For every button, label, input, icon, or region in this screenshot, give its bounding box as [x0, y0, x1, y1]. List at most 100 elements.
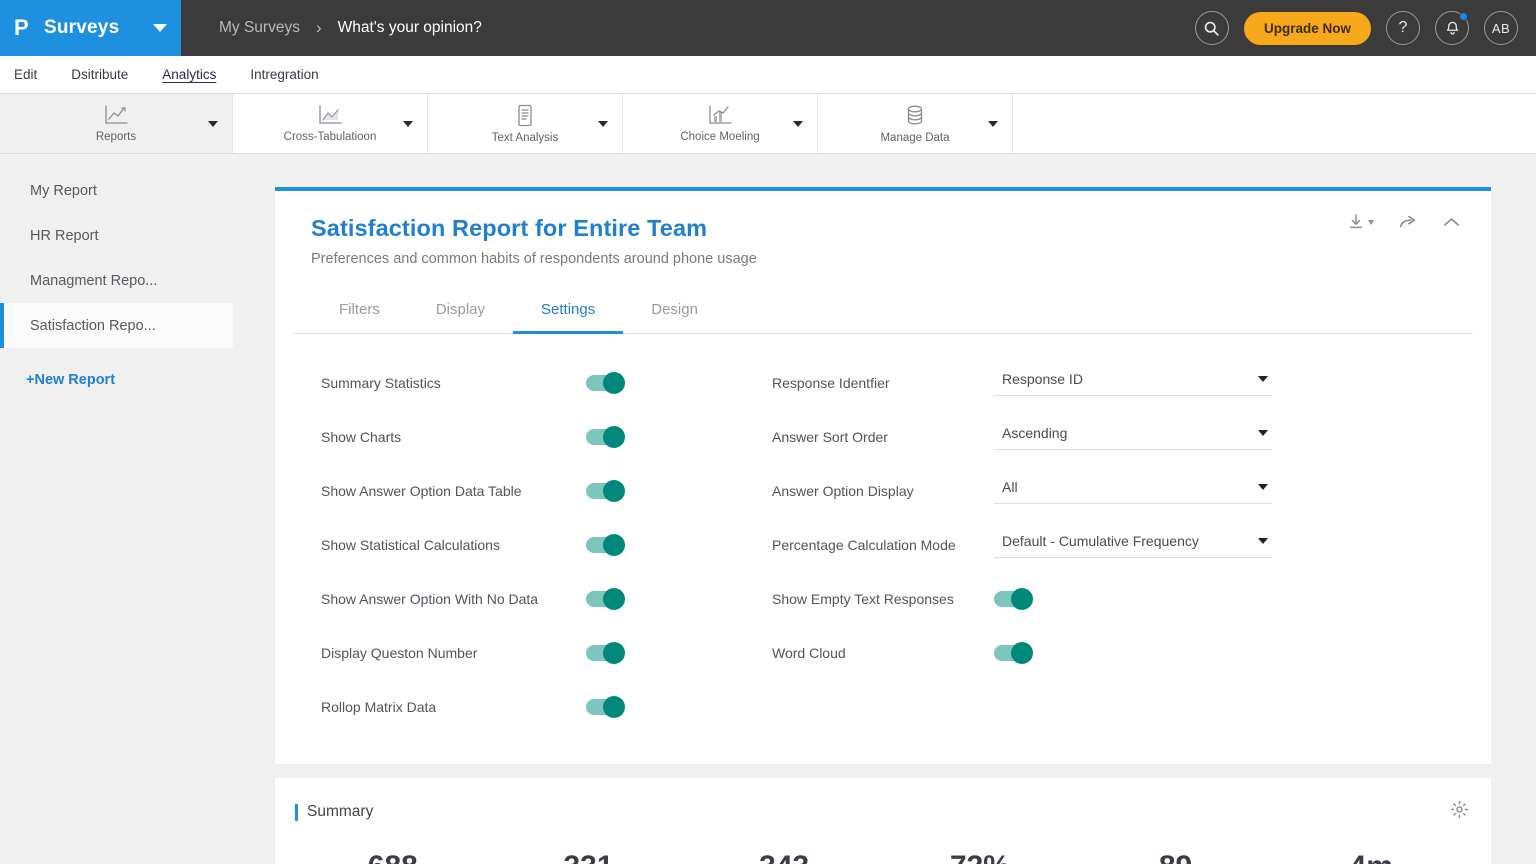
nav-item-analytics[interactable]: Analytics: [159, 65, 219, 84]
nav-item-distribute[interactable]: Dsitribute: [68, 65, 131, 84]
toggle-knob: [603, 480, 625, 502]
brand-dropdown[interactable]: P Surveys: [0, 0, 181, 56]
bar-chart-icon: [707, 104, 733, 126]
toggle-summary-statistics[interactable]: [586, 372, 625, 394]
summary-settings-button[interactable]: [1450, 800, 1469, 824]
download-button[interactable]: [1347, 213, 1374, 231]
select-response-identifier[interactable]: Response ID: [994, 371, 1272, 396]
toolbar-item-reports[interactable]: Reports: [0, 94, 233, 153]
notification-dot: [1459, 12, 1468, 21]
toggle-knob: [1011, 642, 1033, 664]
toggle-show-answer-option-with-no-data[interactable]: [586, 588, 625, 610]
sidebar-item-satisfaction-report[interactable]: Satisfaction Repo...: [0, 303, 233, 348]
chevron-down-icon[interactable]: [403, 120, 413, 127]
toggle-show-charts[interactable]: [586, 426, 625, 448]
tab-settings[interactable]: Settings: [513, 293, 624, 334]
search-icon: [1205, 21, 1220, 36]
chevron-down-icon: [1258, 483, 1268, 490]
select-answer-sort-order[interactable]: Ascending: [994, 425, 1272, 450]
share-button[interactable]: [1398, 213, 1418, 231]
document-text-icon: [515, 104, 535, 127]
toggle-knob: [603, 642, 625, 664]
top-bar: P Surveys My Surveys › What's your opini…: [0, 0, 1536, 56]
surveys-logo-icon: P: [14, 15, 29, 40]
summary-header: Summary: [295, 800, 1469, 824]
new-report-button[interactable]: +New Report: [0, 357, 233, 402]
tab-design[interactable]: Design: [623, 293, 726, 334]
breadcrumb-separator-icon: ›: [315, 18, 322, 37]
search-button[interactable]: [1194, 11, 1229, 45]
bell-icon: [1446, 21, 1458, 35]
setting-row-percentage-calculation-mode: Percentage Calculation Mode Default - Cu…: [772, 518, 1443, 572]
setting-label: Summary Statistics: [321, 375, 441, 391]
report-tabs: Filters Display Settings Design: [293, 293, 1473, 334]
toggle-knob: [1011, 588, 1033, 610]
toolbar-label: Manage Data: [880, 131, 950, 144]
setting-label: Show Statistical Calculations: [321, 537, 500, 553]
summary-stat: 72%: [882, 850, 1078, 864]
select-percentage-calculation-mode[interactable]: Default - Cumulative Frequency: [994, 533, 1272, 558]
report-card-header: Satisfaction Report for Entire Team Pref…: [293, 191, 1473, 267]
chevron-down-icon[interactable]: [988, 120, 998, 127]
chevron-down-icon: [1258, 429, 1268, 436]
toggle-show-answer-option-data-table[interactable]: [586, 480, 625, 502]
setting-label: Word Cloud: [772, 645, 846, 661]
toggle-display-question-number[interactable]: [586, 642, 625, 664]
avatar-initials: AB: [1491, 20, 1511, 36]
upgrade-now-button[interactable]: Upgrade Now: [1243, 11, 1371, 45]
summary-stat: 4m: [1273, 850, 1469, 864]
breadcrumb-current: What's your opinion?: [337, 19, 482, 36]
chevron-up-icon: [1443, 218, 1460, 226]
top-bar-actions: Upgrade Now ? AB: [1194, 0, 1536, 56]
chevron-down-icon: [1368, 219, 1374, 225]
nav-item-edit[interactable]: Edit: [11, 65, 40, 84]
setting-row-rollup-matrix-data: Rollop Matrix Data: [321, 680, 748, 734]
tab-display[interactable]: Display: [408, 293, 513, 334]
select-value: Response ID: [1002, 370, 1083, 387]
toggle-knob: [603, 696, 625, 718]
toggle-show-empty-text-responses[interactable]: [994, 588, 1033, 610]
summary-stat-value: 331: [491, 850, 687, 864]
breadcrumb-parent[interactable]: My Surveys: [219, 19, 300, 37]
toolbar-item-choice-modeling[interactable]: Choice Moeling: [623, 94, 818, 153]
setting-row-show-statistical-calculations: Show Statistical Calculations: [321, 518, 748, 572]
toolbar-label: Cross-Tabulatioon: [283, 131, 377, 143]
chevron-down-icon[interactable]: [208, 120, 218, 127]
line-chart-icon: [103, 104, 129, 126]
chevron-down-icon[interactable]: [598, 120, 608, 127]
setting-label: Rollop Matrix Data: [321, 699, 437, 715]
chevron-down-icon[interactable]: [793, 120, 803, 127]
setting-label: Display Queston Number: [321, 645, 478, 661]
tab-filters[interactable]: Filters: [311, 293, 408, 334]
avatar[interactable]: AB: [1484, 11, 1518, 45]
select-value: Default - Cumulative Frequency: [1002, 532, 1199, 549]
sidebar-item-hr-report[interactable]: HR Report: [0, 213, 233, 258]
setting-row-answer-sort-order: Answer Sort Order Ascending: [772, 410, 1443, 464]
collapse-button[interactable]: [1442, 215, 1461, 229]
settings-right-column: Response Identfier Response ID Answer So…: [748, 356, 1473, 734]
reports-sidebar: My Report HR Report Managment Repo... Sa…: [0, 154, 233, 864]
setting-row-response-identifier: Response Identfier Response ID: [772, 356, 1443, 410]
sidebar-item-management-report[interactable]: Managment Repo...: [0, 258, 233, 303]
select-answer-option-display[interactable]: All: [994, 479, 1272, 504]
setting-label: Show Empty Text Responses: [772, 591, 954, 607]
help-button[interactable]: ?: [1386, 11, 1420, 45]
summary-stat-value: 72%: [882, 850, 1078, 864]
select-value: Ascending: [1002, 424, 1068, 441]
analytics-toolbar: Reports Cross-Tabulatioon Text Analysis …: [0, 94, 1536, 154]
report-subtitle: Preferences and common habits of respond…: [311, 251, 757, 267]
toggle-show-statistical-calculations[interactable]: [586, 534, 625, 556]
area-chart-icon: [317, 104, 343, 126]
toggle-word-cloud[interactable]: [994, 642, 1033, 664]
summary-title: Summary: [307, 803, 374, 820]
toggle-knob: [603, 426, 625, 448]
toggle-rollup-matrix-data[interactable]: [586, 696, 625, 718]
brand-title: Surveys: [44, 17, 120, 38]
toolbar-item-manage-data[interactable]: Manage Data: [818, 94, 1013, 153]
sidebar-item-my-report[interactable]: My Report: [0, 168, 233, 213]
toolbar-item-cross-tabulation[interactable]: Cross-Tabulatioon: [233, 94, 428, 153]
nav-item-integration[interactable]: Intregration: [247, 65, 321, 84]
toolbar-item-text-analysis[interactable]: Text Analysis: [428, 94, 623, 153]
summary-stat-value: 4m: [1273, 850, 1469, 864]
notifications-button[interactable]: [1435, 11, 1469, 45]
